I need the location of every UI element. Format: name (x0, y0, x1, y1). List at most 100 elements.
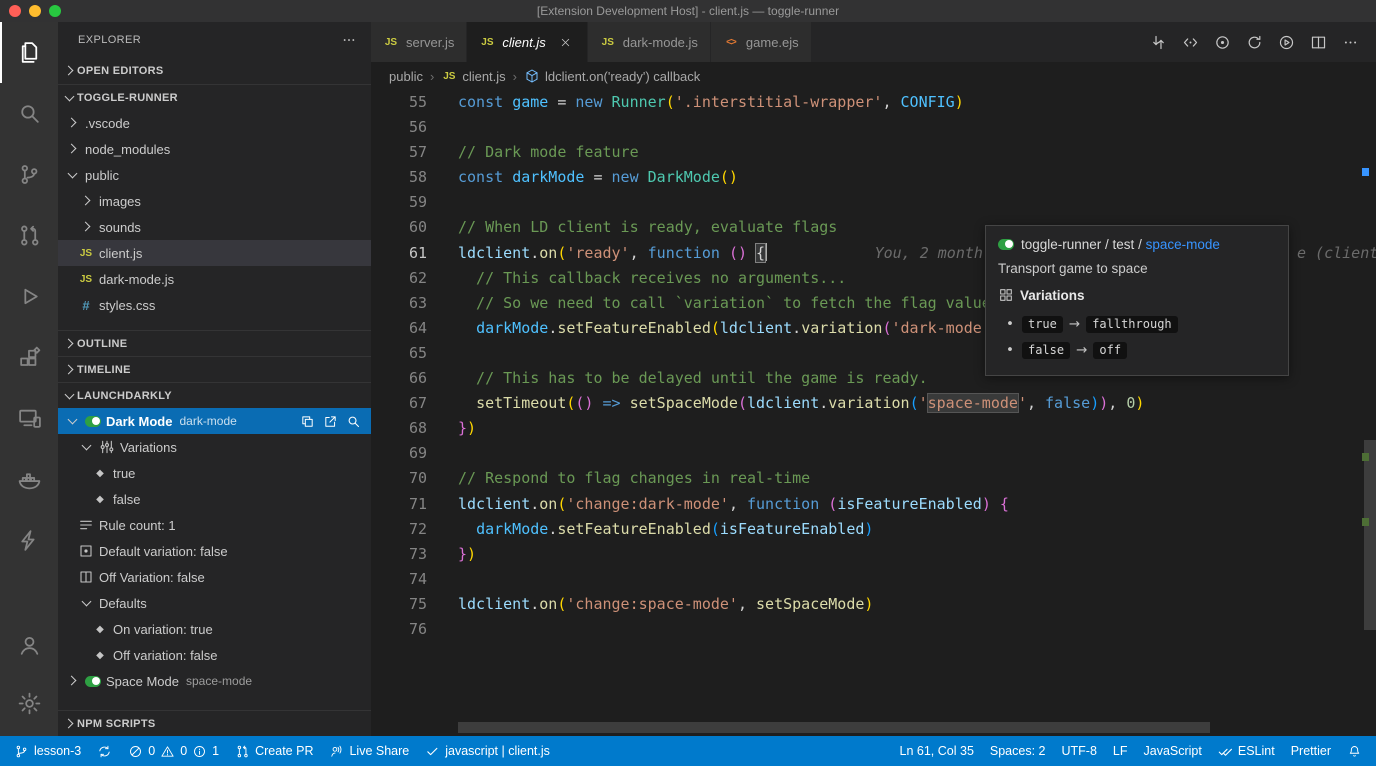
breadcrumb-public[interactable]: public (389, 69, 423, 84)
branch-status[interactable]: lesson-3 (6, 736, 89, 766)
tree-item-images[interactable]: images (58, 188, 371, 214)
launchdarkly-activity-button[interactable] (0, 510, 58, 571)
tree-item-dark-mode-js[interactable]: JSdark-mode.js (58, 266, 371, 292)
more-actions-icon[interactable] (1337, 29, 1364, 56)
breadcrumb-separator: › (513, 69, 517, 84)
sidebar-title-row: EXPLORER (58, 22, 371, 58)
github-pull-request-activity-button[interactable] (0, 205, 58, 266)
eslint-status[interactable]: ESLint (1210, 736, 1283, 766)
tree-item-label: .vscode (85, 116, 130, 131)
split-editor-icon[interactable] (1305, 29, 1332, 56)
tree-item-variations[interactable]: Variations (58, 434, 371, 460)
tree-item-label: true (113, 466, 135, 481)
section-header-outline[interactable]: OUTLINE (58, 330, 371, 356)
live-share-button[interactable]: Live Share (321, 736, 417, 766)
extensions-activity-button[interactable] (0, 327, 58, 388)
section-header-toggle-runner[interactable]: TOGGLE-RUNNER (58, 84, 371, 110)
run-debug-activity-button[interactable] (0, 266, 58, 327)
tree-item-label: node_modules (85, 142, 170, 157)
error-icon (128, 744, 143, 759)
prettier-status[interactable]: Prettier (1283, 736, 1339, 766)
tree-item-default-variation-false[interactable]: Default variation: false (58, 538, 371, 564)
tree-item-false[interactable]: ◆false (58, 486, 371, 512)
line-number: 67 (371, 391, 427, 416)
tree-item-sounds[interactable]: sounds (58, 214, 371, 240)
refresh-icon[interactable] (1241, 29, 1268, 56)
line-number: 69 (371, 441, 427, 466)
breadcrumb-client-js[interactable]: JSclient.js (441, 68, 505, 84)
remote-explorer-activity-button[interactable] (0, 388, 58, 449)
variation-target: fallthrough (1086, 316, 1177, 333)
code-line-70: 70// Respond to flag changes in real-tim… (371, 466, 1376, 491)
sync-status[interactable] (89, 736, 120, 766)
explorer-activity-button[interactable] (0, 22, 58, 83)
language-mode[interactable]: JavaScript (1136, 736, 1210, 766)
notifications[interactable] (1339, 736, 1370, 766)
status-label: Create PR (255, 744, 313, 758)
vertical-scrollbar[interactable] (1364, 440, 1376, 630)
tree-item-vscode[interactable]: .vscode (58, 110, 371, 136)
run-circle-icon[interactable] (1273, 29, 1300, 56)
close-tab-icon[interactable] (557, 33, 575, 51)
docker-activity-button[interactable] (0, 449, 58, 510)
tab-client-js[interactable]: JSclient.js (467, 22, 587, 62)
editor-region: JSserver.jsJSclient.jsJSdark-mode.js<>ga… (371, 22, 1376, 736)
tree-item-rule-count-1[interactable]: Rule count: 1 (58, 512, 371, 538)
encoding[interactable]: UTF-8 (1053, 736, 1104, 766)
flag-code-icon[interactable] (1177, 29, 1204, 56)
indentation[interactable]: Spaces: 2 (982, 736, 1054, 766)
tree-item-label: Rule count: 1 (99, 518, 176, 533)
tree-item-true[interactable]: ◆true (58, 460, 371, 486)
section-open-editors: OPEN EDITORS (58, 58, 371, 84)
line-number: 57 (371, 140, 427, 165)
code-line-72: 72 darkMode.setFeatureEnabled(isFeatureE… (371, 517, 1376, 542)
sidebar-more-actions-icon[interactable] (341, 32, 357, 48)
section-header-open-editors[interactable]: OPEN EDITORS (58, 58, 371, 84)
cursor-position[interactable]: Ln 61, Col 35 (892, 736, 982, 766)
search-activity-button[interactable] (0, 83, 58, 144)
line-number: 64 (371, 316, 427, 341)
account-activity-button[interactable] (0, 616, 58, 674)
compare-changes-icon[interactable] (1145, 29, 1172, 56)
tab-game-ejs[interactable]: <>game.ejs (711, 22, 812, 62)
horizontal-scrollbar[interactable] (458, 722, 1210, 733)
record-icon[interactable] (1209, 29, 1236, 56)
section-header-launchdarkly[interactable]: LAUNCHDARKLY (58, 382, 371, 408)
tree-item-client-js[interactable]: JSclient.js (58, 240, 371, 266)
maps-to-arrow: → (1076, 342, 1087, 358)
create-pr-button[interactable]: Create PR (227, 736, 321, 766)
language-status[interactable]: javascript | client.js (417, 736, 558, 766)
code-line-76: 76 (371, 617, 1376, 642)
source-control-activity-button[interactable] (0, 144, 58, 205)
open-external-icon[interactable] (322, 413, 338, 429)
tree-item-styles-css[interactable]: #styles.css (58, 292, 371, 318)
search-icon[interactable] (345, 413, 361, 429)
tree-item-on-variation-true[interactable]: ◆On variation: true (58, 616, 371, 642)
code-editor[interactable]: 55const game = new Runner('.interstitial… (371, 90, 1376, 736)
tree-item-dark-mode[interactable]: Dark Modedark-mode (58, 408, 371, 434)
hover-flag-link[interactable]: space-mode (1146, 237, 1220, 252)
tab-server-js[interactable]: JSserver.js (371, 22, 467, 62)
tree-item-defaults[interactable]: Defaults (58, 590, 371, 616)
zoom-window-button[interactable] (49, 5, 61, 17)
tree-item-public[interactable]: public (58, 162, 371, 188)
breadcrumb-separator: › (430, 69, 434, 84)
problems-status[interactable]: 001 (120, 736, 227, 766)
tree-item-node-modules[interactable]: node_modules (58, 136, 371, 162)
tab-dark-mode-js[interactable]: JSdark-mode.js (588, 22, 711, 62)
section-header-npm-scripts[interactable]: NPM SCRIPTS (58, 710, 371, 736)
settings-activity-button[interactable] (0, 674, 58, 732)
eol[interactable]: LF (1105, 736, 1136, 766)
tree-item-off-variation-false[interactable]: Off Variation: false (58, 564, 371, 590)
copy-icon[interactable] (299, 413, 315, 429)
tree-item-description: space-mode (186, 674, 252, 688)
section-header-timeline[interactable]: TIMELINE (58, 356, 371, 382)
git-blame-annotation: You, 2 month (875, 244, 983, 262)
tree-item-off-variation-false[interactable]: ◆Off variation: false (58, 642, 371, 668)
tree-item-space-mode[interactable]: Space Modespace-mode (58, 668, 371, 694)
breadcrumb-ldclient-on-ready-callback[interactable]: ldclient.on('ready') callback (524, 68, 700, 84)
close-window-button[interactable] (9, 5, 21, 17)
line-content: }) (427, 542, 1376, 567)
minimize-window-button[interactable] (29, 5, 41, 17)
tree-item-label: public (85, 168, 119, 183)
